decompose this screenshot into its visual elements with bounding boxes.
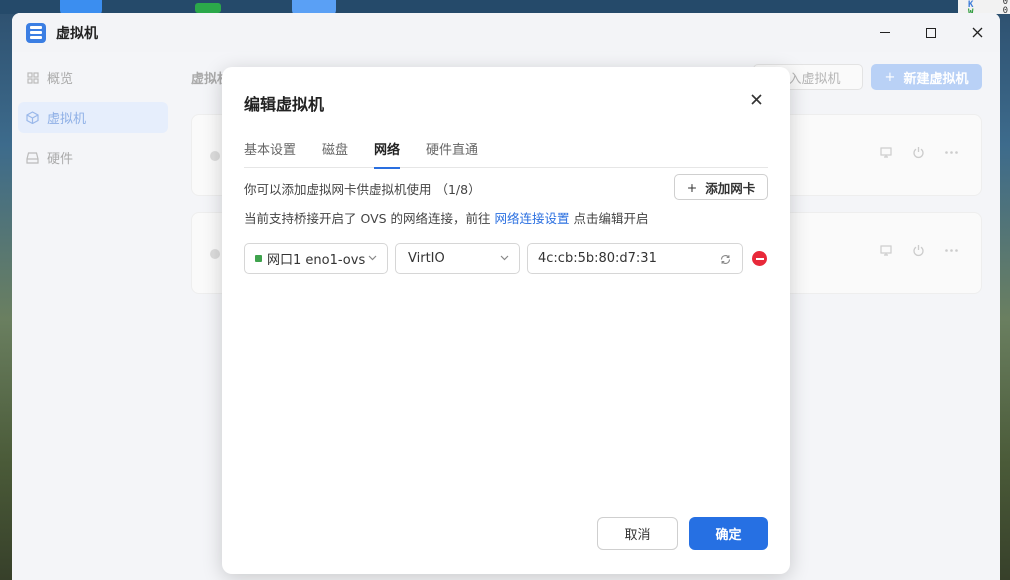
sidebar-item-vm[interactable]: 虚拟机 (18, 102, 168, 133)
drive-icon (26, 151, 39, 164)
monitor-icon[interactable] (878, 243, 893, 258)
chevron-down-icon (499, 253, 509, 263)
vm-actions (878, 145, 959, 160)
network-settings-link[interactable]: 网络连接设置 (495, 211, 570, 226)
window-controls (862, 13, 1000, 52)
refresh-icon[interactable] (718, 252, 732, 266)
ovs-hint: 当前支持桥接开启了 OVS 的网络连接，前往 网络连接设置 点击编辑开启 (244, 211, 649, 226)
grid-icon (26, 71, 39, 84)
nic-model-select[interactable]: VirtIO (395, 243, 520, 274)
sidebar: 概览 虚拟机 硬件 (12, 52, 174, 580)
network-status-indicator (255, 255, 262, 262)
network-select[interactable]: 网口1 eno1-ovs (244, 243, 388, 274)
more-icon[interactable] (944, 145, 959, 160)
sidebar-item-label: 虚拟机 (47, 112, 87, 127)
sidebar-item-label: 硬件 (47, 152, 74, 167)
tab-passthrough[interactable]: 硬件直通 (426, 139, 478, 168)
minimize-icon (880, 32, 890, 33)
power-icon[interactable] (911, 145, 926, 160)
desktop-widget: KW00 (958, 0, 1010, 18)
maximize-icon (926, 27, 936, 38)
minus-icon (755, 257, 764, 260)
sidebar-item-overview[interactable]: 概览 (18, 62, 168, 93)
minimize-button[interactable] (862, 13, 908, 52)
server-icon (26, 22, 46, 43)
cube-icon (26, 111, 39, 124)
add-nic-button[interactable]: + 添加网卡 (674, 174, 768, 200)
power-icon[interactable] (911, 243, 926, 258)
new-vm-button[interactable]: + 新建虚拟机 (871, 64, 982, 90)
mac-address-field[interactable]: 4c:cb:5b:80:d7:31 (527, 243, 743, 274)
maximize-button[interactable] (908, 13, 954, 52)
cancel-button[interactable]: 取消 (597, 517, 678, 550)
status-dot (210, 249, 220, 259)
tab-disk[interactable]: 磁盘 (322, 139, 348, 168)
tab-network[interactable]: 网络 (374, 139, 401, 169)
sidebar-item-label: 概览 (47, 72, 74, 87)
close-icon (972, 27, 982, 38)
app-title: 虚拟机 (56, 25, 98, 42)
dialog-title: 编辑虚拟机 (244, 95, 325, 114)
desktop-taskbar-strip (0, 0, 1010, 14)
dialog-close-button[interactable] (748, 91, 764, 107)
plus-icon: + (686, 179, 698, 195)
confirm-button[interactable]: 确定 (689, 517, 768, 550)
plus-icon: + (884, 69, 896, 85)
tab-basic-settings[interactable]: 基本设置 (244, 139, 296, 168)
monitor-icon[interactable] (878, 145, 893, 160)
remove-nic-button[interactable] (752, 251, 767, 266)
close-window-button[interactable] (954, 13, 1000, 52)
dialog-tabs: 基本设置 磁盘 网络 硬件直通 (244, 139, 768, 169)
vm-actions (878, 243, 959, 258)
desktop-app-icon[interactable] (195, 3, 221, 13)
title-bar: 虚拟机 (12, 13, 1000, 52)
chevron-down-icon (367, 253, 377, 263)
sidebar-item-hardware[interactable]: 硬件 (18, 142, 168, 173)
nic-count-info: 你可以添加虚拟网卡供虚拟机使用 （1/8） (244, 182, 481, 197)
more-icon[interactable] (944, 243, 959, 258)
edit-vm-dialog: 编辑虚拟机 基本设置 磁盘 网络 硬件直通 你可以添加虚拟网卡供虚拟机使用 （1… (222, 67, 790, 574)
close-icon (750, 93, 762, 105)
status-dot (210, 151, 220, 161)
